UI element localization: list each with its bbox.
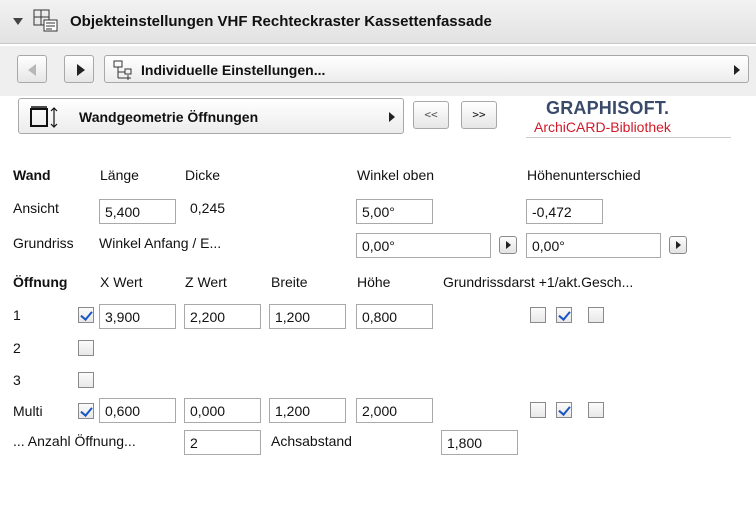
column-hoehenunterschied: Höhenunterschied [527, 167, 641, 183]
opening-row-label: Multi [13, 403, 43, 419]
achsabstand-field[interactable]: 1,800 [441, 430, 518, 455]
object-settings-icon [33, 9, 58, 32]
dropdown-arrow-icon [734, 65, 740, 75]
arrow-right-icon [77, 64, 85, 76]
column-winkel-oben: Winkel oben [357, 167, 435, 183]
dicke-value: 0,245 [190, 200, 226, 216]
next-page-button[interactable]: >> [461, 101, 497, 129]
opening-multi-x-field[interactable]: 0,600 [99, 398, 176, 423]
settings-dropdown-label: Individuelle Einstellungen... [141, 62, 326, 78]
winkel-anfang-label: Winkel Anfang / E... [99, 235, 222, 251]
page-selector-label: Wandgeometrie Öffnungen [79, 109, 259, 125]
opening-multi-z-field[interactable]: 0,000 [184, 398, 261, 423]
laenge-field[interactable]: 5,400 [99, 199, 176, 224]
opening-multi-plus1-checkbox[interactable] [556, 402, 572, 418]
column-x-wert: X Wert [100, 274, 143, 290]
opening-multi-grundriss-checkbox[interactable] [530, 402, 546, 418]
opening-1-x-field[interactable]: 3,900 [99, 304, 176, 329]
column-z-wert: Z Wert [185, 274, 227, 290]
winkel-anfang-arrow-button[interactable] [499, 236, 517, 254]
opening-1-z-field[interactable]: 2,200 [184, 304, 261, 329]
next-settings-button[interactable] [64, 55, 94, 83]
opening-3-enable-checkbox[interactable] [78, 372, 94, 388]
opening-1-akt-gesch-checkbox[interactable] [588, 307, 604, 323]
winkel-ende-field[interactable]: 0,00° [526, 233, 661, 258]
divider [526, 137, 731, 138]
graphisoft-logo: GRAPHISOFT. ArchiCARD-Bibliothek [526, 98, 746, 138]
opening-multi-breite-field[interactable]: 1,200 [269, 398, 346, 423]
column-hoehe: Höhe [357, 274, 391, 290]
opening-1-enable-checkbox[interactable] [78, 307, 94, 323]
brand-library: ArchiCARD-Bibliothek [534, 119, 671, 135]
opening-1-plus1-checkbox[interactable] [556, 307, 572, 323]
winkel-ende-arrow-button[interactable] [669, 236, 687, 254]
achsabstand-label: Achsabstand [271, 433, 352, 449]
wall-header: Wand [13, 167, 51, 183]
winkel-oben-field[interactable]: 5,00° [356, 199, 433, 224]
collapse-triangle-icon[interactable] [13, 18, 23, 25]
column-breite: Breite [271, 274, 308, 290]
openings-header: Öffnung [13, 274, 68, 290]
previous-settings-button[interactable] [17, 55, 47, 83]
column-dicke: Dicke [185, 167, 221, 183]
wall-geometry-icon [30, 106, 58, 128]
arrow-left-icon [28, 64, 36, 76]
dropdown-arrow-icon [389, 112, 395, 122]
opening-row-label: 1 [13, 307, 21, 323]
settings-dropdown[interactable]: Individuelle Einstellungen... [104, 55, 749, 83]
panel-title: Objekteinstellungen VHF Rechteckraster K… [70, 13, 492, 30]
winkel-anfang-field[interactable]: 0,00° [356, 233, 491, 258]
anzahl-label: ... Anzahl Öffnung... [13, 433, 136, 449]
panel-header[interactable]: Objekteinstellungen VHF Rechteckraster K… [0, 0, 756, 44]
anzahl-field[interactable]: 2 [184, 430, 261, 455]
column-laenge: Länge [100, 167, 139, 183]
opening-multi-hoehe-field[interactable]: 2,000 [356, 398, 433, 423]
column-grundrissdarst: Grundrissdarst +1/akt.Gesch... [443, 274, 634, 290]
grundriss-label: Grundriss [13, 235, 74, 251]
settings-navbar: Individuelle Einstellungen... [0, 46, 756, 96]
opening-1-breite-field[interactable]: 1,200 [269, 304, 346, 329]
opening-1-hoehe-field[interactable]: 0,800 [356, 304, 433, 329]
opening-multi-akt-gesch-checkbox[interactable] [588, 402, 604, 418]
opening-multi-enable-checkbox[interactable] [78, 403, 94, 419]
page-selector-dropdown[interactable]: Wandgeometrie Öffnungen [18, 98, 404, 134]
ansicht-label: Ansicht [13, 200, 59, 216]
opening-2-enable-checkbox[interactable] [78, 340, 94, 356]
hoehenunterschied-field[interactable]: -0,472 [526, 199, 603, 224]
previous-page-button[interactable]: << [413, 101, 449, 129]
opening-row-label: 2 [13, 340, 21, 356]
opening-1-grundriss-checkbox[interactable] [530, 307, 546, 323]
brand-name: GRAPHISOFT. [546, 98, 670, 118]
opening-row-label: 3 [13, 372, 21, 388]
settings-tree-icon [113, 60, 132, 80]
